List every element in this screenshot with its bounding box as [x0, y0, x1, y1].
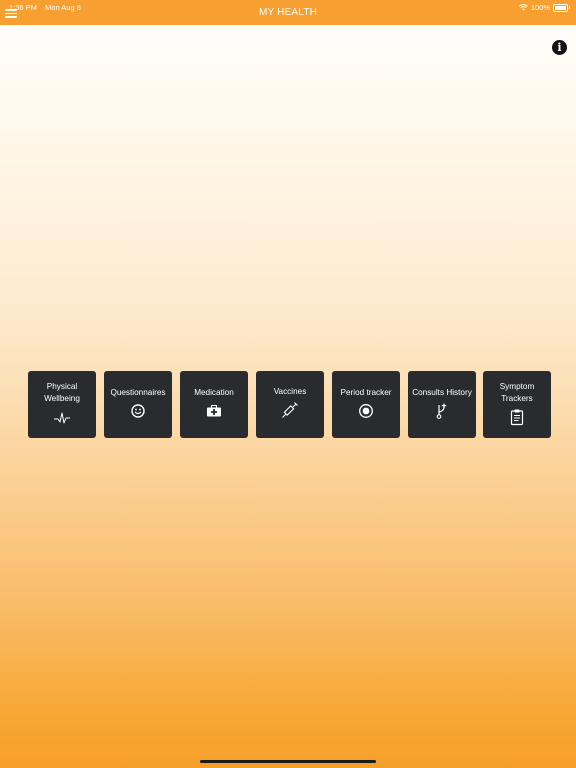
tile-consults-history[interactable]: Consults History	[408, 371, 476, 438]
tile-label: Vaccines	[273, 387, 307, 396]
tile-label: Consults History	[412, 388, 472, 397]
tile-period-tracker[interactable]: Period tracker	[332, 371, 400, 438]
branch-icon	[433, 402, 451, 420]
tile-vaccines[interactable]: Vaccines	[256, 371, 324, 438]
page-title: MY HEALTH	[258, 7, 318, 18]
clipboard-icon	[508, 408, 526, 426]
heartbeat-icon	[53, 409, 71, 427]
tile-label: Physical Wellbeing	[44, 382, 80, 403]
feature-tiles: Physical Wellbeing Questionnaires Medica…	[28, 371, 551, 439]
home-indicator[interactable]	[200, 760, 376, 763]
tile-label: Symptom Trackers	[499, 382, 535, 403]
tile-physical-wellbeing[interactable]: Physical Wellbeing	[28, 371, 96, 438]
tile-label: Period tracker	[340, 388, 392, 397]
medical-kit-icon	[205, 402, 223, 420]
tile-label: Questionnaires	[110, 388, 166, 397]
radio-dot-icon	[357, 402, 375, 420]
smiley-icon	[129, 402, 147, 420]
top-bar: 1:36 PM Mon Aug 8 100% MY HEALTH	[0, 0, 576, 25]
tile-questionnaires[interactable]: Questionnaires	[104, 371, 172, 438]
tile-label: Medication	[194, 388, 234, 397]
syringe-icon	[281, 401, 299, 419]
info-icon[interactable]: i	[552, 40, 567, 55]
tile-medication[interactable]: Medication	[180, 371, 248, 438]
tile-symptom-trackers[interactable]: Symptom Trackers	[483, 371, 551, 438]
